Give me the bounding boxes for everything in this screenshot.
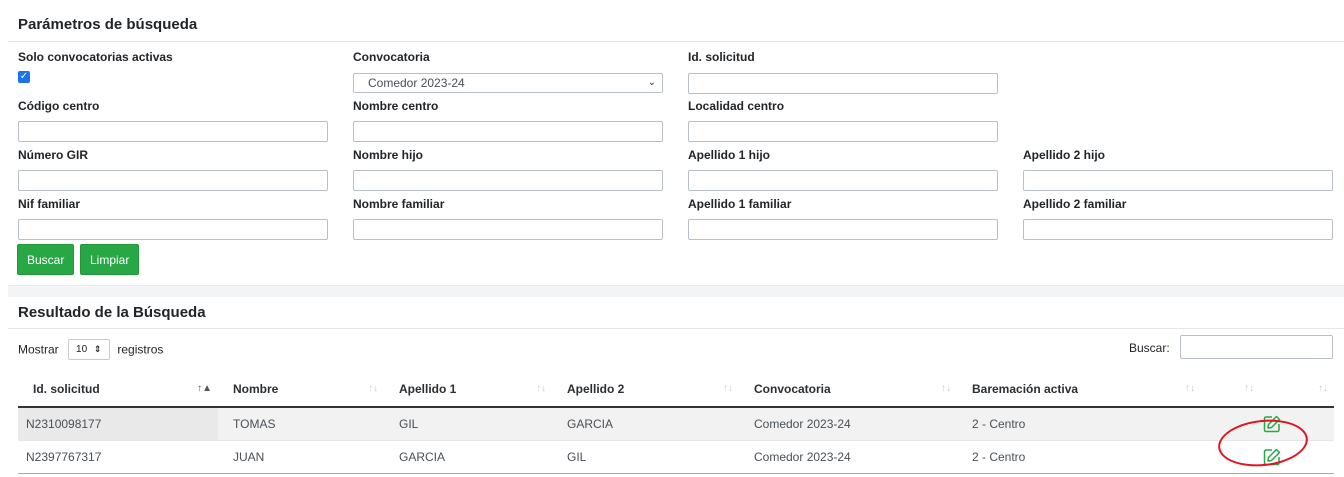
label-nif-familiar: Nif familiar bbox=[18, 197, 81, 211]
page-length-value: 10 bbox=[76, 344, 88, 355]
label-nombre-familiar: Nombre familiar bbox=[353, 197, 445, 211]
convocatoria-select[interactable]: Comedor 2023-24 ⌄ bbox=[353, 73, 663, 93]
results-table: Id. solicitud ↑▲ Nombre ↑↓ Apellido 1 ↑↓ Ap… bbox=[18, 372, 1334, 474]
cell-apellido2: GIL bbox=[552, 440, 739, 474]
buscar-button[interactable]: Buscar bbox=[17, 244, 75, 275]
id-solicitud-input[interactable] bbox=[688, 73, 998, 94]
label-codigo-centro: Código centro bbox=[18, 99, 100, 113]
sort-asc-icon: ↑▲ bbox=[197, 383, 212, 394]
label-nombre-hijo: Nombre hijo bbox=[353, 148, 424, 162]
label-apellido1-familiar: Apellido 1 familiar bbox=[688, 197, 792, 211]
cell-baremacion: 2 - Centro bbox=[957, 440, 1201, 474]
convocatoria-selected-value: Comedor 2023-24 bbox=[368, 76, 465, 90]
table-header-row: Id. solicitud ↑▲ Nombre ↑↓ Apellido 1 ↑↓ Ap… bbox=[18, 372, 1334, 408]
col-header-apellido1[interactable]: Apellido 1 ↑↓ bbox=[384, 372, 552, 408]
cell-apellido1: GIL bbox=[384, 407, 552, 441]
sort-icon: ↑↓ bbox=[1244, 383, 1254, 394]
sort-icon: ↑↓ bbox=[536, 383, 546, 394]
col-header-label: Baremación activa bbox=[972, 382, 1079, 396]
label-numero-gir: Número GIR bbox=[18, 148, 89, 162]
limpiar-button[interactable]: Limpiar bbox=[80, 244, 140, 275]
sort-icon: ↑↓ bbox=[1318, 383, 1328, 394]
cell-actions bbox=[1201, 407, 1334, 441]
label-apellido1-hijo: Apellido 1 hijo bbox=[688, 148, 771, 162]
cell-nombre: TOMAS bbox=[218, 407, 384, 441]
table-search-input[interactable] bbox=[1180, 335, 1333, 359]
cell-convocatoria: Comedor 2023-24 bbox=[739, 407, 957, 441]
table-row[interactable]: N2397767317 JUAN GARCIA GIL Comedor 2023… bbox=[18, 440, 1334, 474]
cell-apellido1: GARCIA bbox=[384, 440, 552, 474]
cell-id: N2310098177 bbox=[18, 407, 218, 441]
col-header-label: Convocatoria bbox=[754, 382, 831, 396]
nif-familiar-input[interactable] bbox=[18, 219, 328, 240]
sort-icon: ↑↓ bbox=[368, 383, 378, 394]
col-header-label: Apellido 1 bbox=[399, 382, 457, 396]
label-apellido2-familiar: Apellido 2 familiar bbox=[1023, 197, 1127, 211]
apellido1-familiar-input[interactable] bbox=[688, 219, 998, 240]
nombre-hijo-input[interactable] bbox=[353, 170, 663, 191]
page-length-select[interactable]: 10 ⇕ bbox=[68, 339, 111, 360]
label-id-solicitud: Id. solicitud bbox=[688, 50, 755, 64]
label-convocatoria: Convocatoria bbox=[353, 50, 430, 64]
cell-convocatoria: Comedor 2023-24 bbox=[739, 440, 957, 474]
show-suffix: registros bbox=[117, 342, 164, 357]
label-apellido2-hijo: Apellido 2 hijo bbox=[1023, 148, 1106, 162]
table-search-label: Buscar: bbox=[1129, 341, 1170, 355]
nombre-centro-input[interactable] bbox=[353, 121, 663, 142]
edit-icon[interactable] bbox=[1263, 448, 1281, 466]
col-header-label: Id. solicitud bbox=[33, 382, 100, 396]
col-header-label: Nombre bbox=[233, 382, 279, 396]
col-header-label: Apellido 2 bbox=[567, 382, 625, 396]
results-title: Resultado de la Búsqueda bbox=[8, 297, 1344, 329]
col-header-id[interactable]: Id. solicitud ↑▲ bbox=[18, 372, 218, 408]
cell-apellido2: GARCIA bbox=[552, 407, 739, 441]
sort-icon: ↑↓ bbox=[941, 383, 951, 394]
numero-gir-input[interactable] bbox=[18, 170, 328, 191]
nombre-familiar-input[interactable] bbox=[353, 219, 663, 240]
section-divider bbox=[8, 285, 1344, 297]
sort-icon: ↑↓ bbox=[723, 383, 733, 394]
show-prefix: Mostrar bbox=[18, 342, 59, 357]
label-localidad-centro: Localidad centro bbox=[688, 99, 785, 113]
col-header-actions[interactable]: ↑↓ ↑↓ bbox=[1201, 372, 1334, 408]
search-params-title: Parámetros de búsqueda bbox=[8, 10, 1344, 42]
checkmark-icon: ✓ bbox=[19, 71, 29, 82]
chevron-down-icon: ⌄ bbox=[647, 77, 656, 88]
page-length-control: Mostrar 10 ⇕ registros bbox=[18, 339, 164, 361]
edit-icon[interactable] bbox=[1263, 415, 1281, 433]
col-header-apellido2[interactable]: Apellido 2 ↑↓ bbox=[552, 372, 739, 408]
label-nombre-centro: Nombre centro bbox=[353, 99, 439, 113]
col-header-baremacion[interactable]: Baremación activa ↑↓ bbox=[957, 372, 1201, 408]
cell-baremacion: 2 - Centro bbox=[957, 407, 1201, 441]
cell-id: N2397767317 bbox=[18, 440, 218, 474]
localidad-centro-input[interactable] bbox=[688, 121, 998, 142]
cell-nombre: JUAN bbox=[218, 440, 384, 474]
up-down-caret-icon: ⇕ bbox=[93, 344, 102, 354]
apellido2-familiar-input[interactable] bbox=[1023, 219, 1333, 240]
apellido1-hijo-input[interactable] bbox=[688, 170, 998, 191]
col-header-convocatoria[interactable]: Convocatoria ↑↓ bbox=[739, 372, 957, 408]
codigo-centro-input[interactable] bbox=[18, 121, 328, 142]
apellido2-hijo-input[interactable] bbox=[1023, 170, 1333, 191]
label-solo-activas: Solo convocatorias activas bbox=[18, 50, 173, 64]
col-header-nombre[interactable]: Nombre ↑↓ bbox=[218, 372, 384, 408]
solo-activas-checkbox[interactable]: ✓ bbox=[18, 71, 30, 83]
table-row[interactable]: N2310098177 TOMAS GIL GARCIA Comedor 202… bbox=[18, 407, 1334, 441]
sort-icon: ↑↓ bbox=[1185, 383, 1195, 394]
cell-actions bbox=[1201, 440, 1334, 474]
